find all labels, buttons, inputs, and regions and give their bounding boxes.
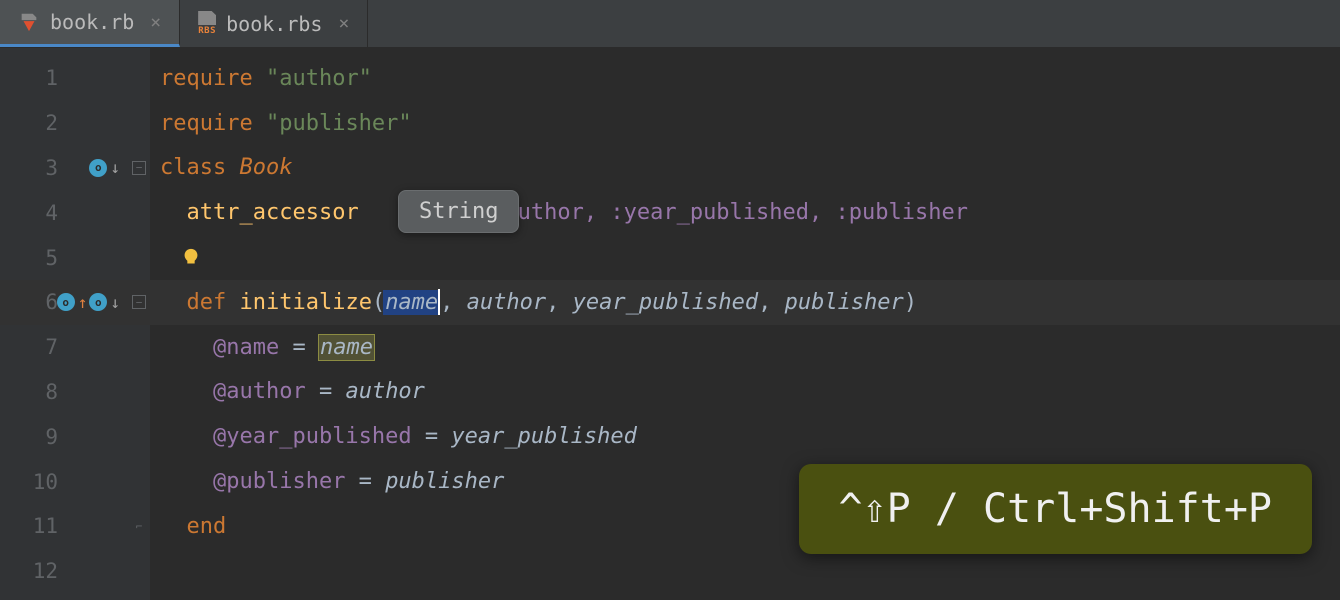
code-line-4[interactable]: attr_accessor :author, :year_published, … [150, 190, 1340, 235]
code-line-1[interactable]: require "author" [150, 56, 1340, 101]
fold-end[interactable]: ⌐ [128, 504, 150, 549]
gutter: 1 2 3 o↓ 4 5 6 o↑ o↓ 7 8 9 10 11 12 [0, 48, 128, 600]
code-line-8[interactable]: @author = author [150, 370, 1340, 415]
tab-bar: book.rb × RBS book.rbs × [0, 0, 1340, 48]
line-number: 6 o↑ o↓ [0, 280, 128, 325]
override-down-icon: o [89, 159, 107, 177]
rbs-file-icon: RBS [198, 11, 216, 36]
fold-column: − − ⌐ [128, 48, 150, 600]
line-number: 12 [0, 549, 128, 594]
line-number: 3 o↓ [0, 146, 128, 191]
fold-toggle[interactable]: − [128, 280, 150, 325]
code-line-7[interactable]: @name = name [150, 325, 1340, 370]
code-line-2[interactable]: require "publisher" [150, 101, 1340, 146]
ruby-file-icon [18, 11, 40, 33]
code-line-5[interactable] [150, 235, 1340, 280]
type-hint-tooltip: String [398, 190, 519, 233]
tab-label: book.rbs [226, 12, 322, 36]
line-number: 1 [0, 56, 128, 101]
intention-bulb-icon[interactable] [180, 247, 202, 269]
override-up-icon: o [57, 293, 75, 311]
line-number: 8 [0, 370, 128, 415]
close-icon[interactable]: × [150, 12, 161, 33]
line-number: 9 [0, 414, 128, 459]
line-number: 7 [0, 325, 128, 370]
code-line-3[interactable]: class Book [150, 146, 1340, 191]
tab-book-rbs[interactable]: RBS book.rbs × [180, 0, 368, 47]
code-line-6[interactable]: def initialize(name, author, year_publis… [150, 280, 1340, 325]
line-number: 10 [0, 459, 128, 504]
code-line-9[interactable]: @year_published = year_published [150, 414, 1340, 459]
gutter-marker-method[interactable]: o↑ o↓ [57, 293, 120, 312]
code-line-12[interactable] [150, 549, 1340, 594]
tab-book-rb[interactable]: book.rb × [0, 0, 180, 47]
close-icon[interactable]: × [338, 13, 349, 34]
keyboard-shortcut-overlay: ^⇧P / Ctrl+Shift+P [799, 464, 1312, 554]
line-number: 2 [0, 101, 128, 146]
line-number: 4 [0, 190, 128, 235]
gutter-marker-class[interactable]: o↓ [89, 158, 120, 177]
line-number: 5 [0, 235, 128, 280]
line-number: 11 [0, 504, 128, 549]
tab-label: book.rb [50, 10, 134, 34]
override-down-icon: o [89, 293, 107, 311]
fold-toggle[interactable]: − [128, 146, 150, 191]
